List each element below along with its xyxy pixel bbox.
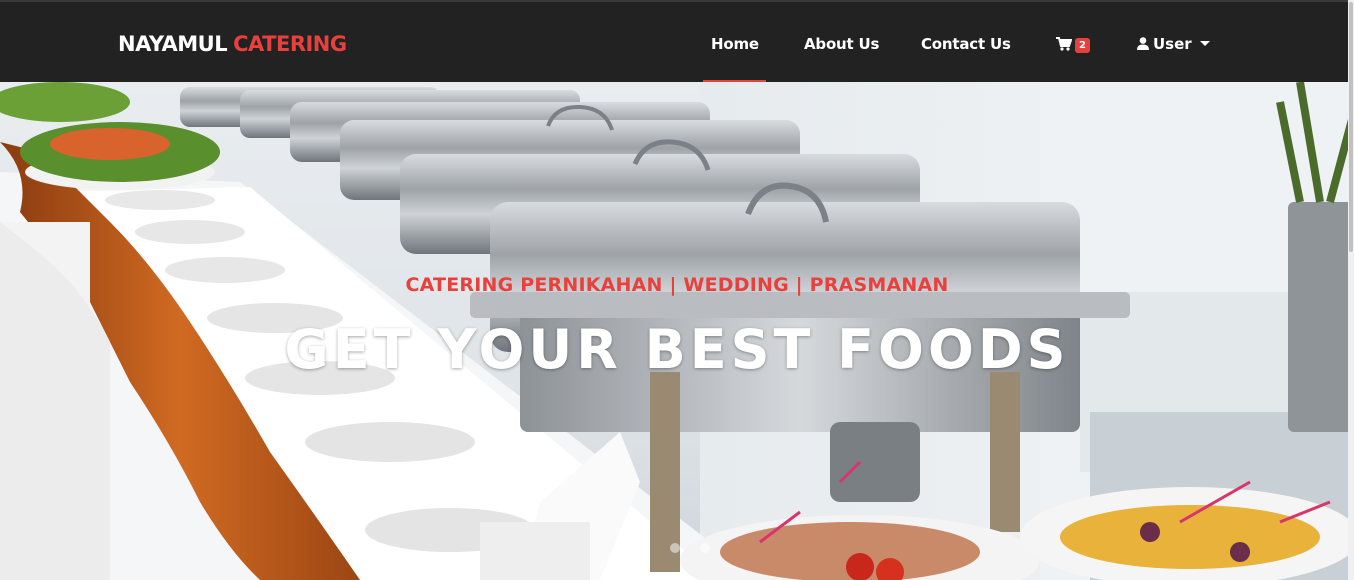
- scrollbar-thumb[interactable]: [1349, 2, 1353, 252]
- carousel-dot-1[interactable]: [640, 543, 650, 553]
- user-icon: [1137, 37, 1149, 50]
- nav-home-link[interactable]: Home: [711, 35, 759, 53]
- carousel-dot-2[interactable]: [670, 543, 680, 553]
- brand-name: NAYAMUL: [118, 32, 228, 56]
- carousel-dot-3[interactable]: [700, 543, 710, 553]
- user-dropdown[interactable]: User: [1137, 35, 1210, 53]
- hero-title: GET YOUR BEST FOODS: [284, 318, 1070, 381]
- shopping-cart-icon: [1056, 37, 1072, 51]
- brand-logo[interactable]: NAYAMUL CATERING: [118, 32, 347, 56]
- navbar: NAYAMUL CATERING Home About Us Contact Us…: [0, 0, 1354, 83]
- page-scrollbar[interactable]: [1348, 0, 1354, 580]
- hero-carousel: CATERING PERNIKAHAN | WEDDING | PRASMANA…: [0, 82, 1354, 580]
- brand-accent: CATERING: [233, 32, 347, 56]
- hero-subtitle: CATERING PERNIKAHAN | WEDDING | PRASMANA…: [405, 274, 949, 296]
- chevron-down-icon: [1199, 41, 1210, 46]
- user-label: User: [1153, 35, 1192, 53]
- cart-count-badge: 2: [1075, 38, 1090, 53]
- nav-about-link[interactable]: About Us: [804, 35, 879, 53]
- nav-contact-link[interactable]: Contact Us: [921, 35, 1011, 53]
